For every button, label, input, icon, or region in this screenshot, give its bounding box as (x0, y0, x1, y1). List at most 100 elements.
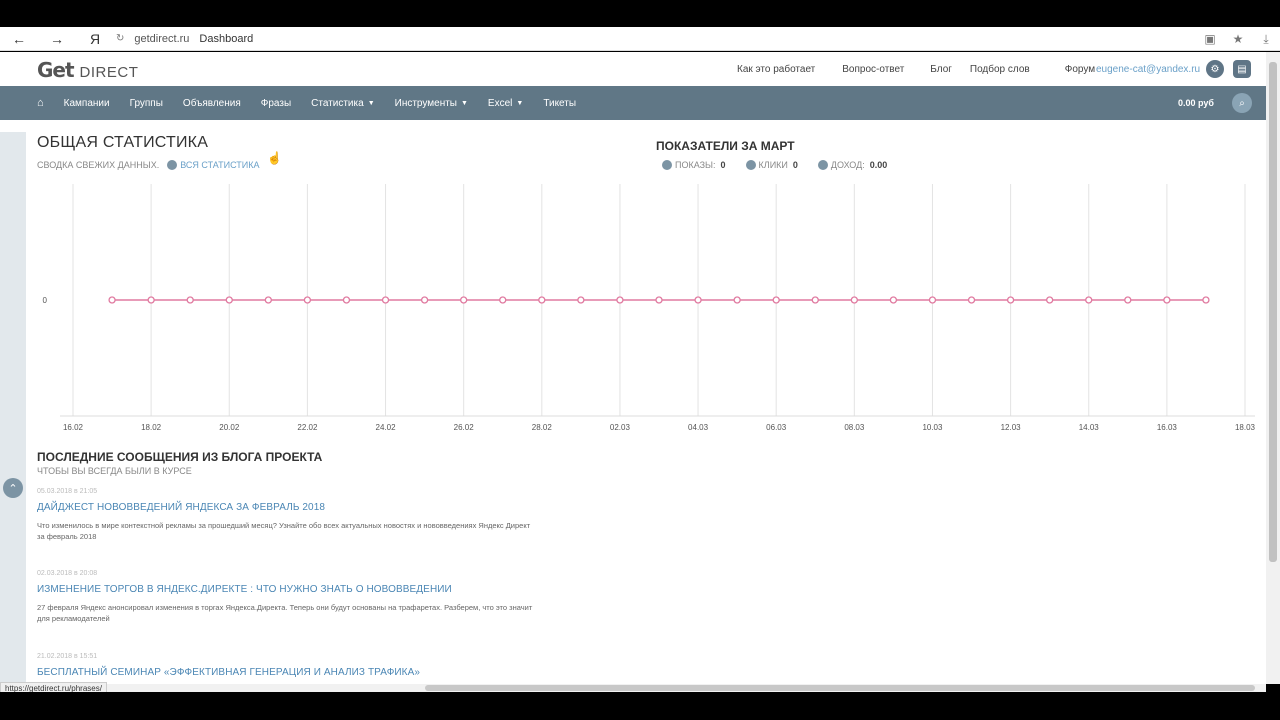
data-point (1202, 296, 1210, 304)
overview-subtitle: СВОДКА СВЕЖИХ ДАННЫХ. (37, 160, 160, 170)
data-point (499, 296, 507, 304)
blog-post: 21.02.2018 в 15:51 БЕСПЛАТНЫЙ СЕМИНАР «Э… (37, 653, 537, 684)
x-tick-label: 18.02 (141, 423, 162, 432)
document-icon[interactable]: ▤ (1233, 60, 1251, 78)
data-point (928, 296, 937, 304)
nav-ads[interactable]: Объявления (183, 98, 241, 109)
x-tick-label: 18.03 (1235, 423, 1256, 432)
nav-groups[interactable]: Группы (130, 98, 163, 109)
user-email-link[interactable]: eugene-cat@yandex.ru (1096, 64, 1200, 75)
x-tick-label: 16.02 (63, 423, 84, 432)
shows-icon (662, 160, 672, 170)
all-stats-link[interactable]: ВСЯ СТАТИСТИКА (180, 160, 259, 170)
extension-icon[interactable]: ▣ (1196, 32, 1224, 46)
nav-tickets[interactable]: Тикеты (543, 98, 576, 109)
balance-value: 0.00 руб (1178, 98, 1214, 108)
x-tick-label: 26.02 (454, 423, 475, 432)
post-date: 05.03.2018 в 21:05 (37, 488, 98, 495)
post-date: 02.03.2018 в 20:08 (37, 570, 98, 577)
nav-excel[interactable]: Excel ▼ (488, 98, 523, 109)
stat-clicks-value: 0 (792, 160, 798, 170)
data-point (772, 296, 780, 304)
data-point (264, 296, 272, 304)
toplink-blog[interactable]: Блог (930, 64, 952, 75)
horizontal-scroll-thumb[interactable] (425, 685, 1255, 691)
x-tick-label: 02.03 (610, 423, 631, 432)
home-icon[interactable]: ⌂ (37, 97, 44, 109)
blog-post: 05.03.2018 в 21:05 ДАЙДЖЕСТ НОВОВВЕДЕНИЙ… (37, 488, 537, 542)
x-tick-label: 28.02 (532, 423, 553, 432)
nav-ads-label: Объявления (182, 97, 241, 109)
x-tick-label: 24.02 (376, 423, 397, 432)
data-point (967, 296, 976, 304)
data-point (1124, 296, 1132, 304)
settings-gear-icon[interactable]: ⚙ (1206, 60, 1224, 78)
post-title-link[interactable]: БЕСПЛАТНЫЙ СЕМИНАР «ЭФФЕКТИВНАЯ ГЕНЕРАЦИ… (37, 667, 537, 678)
post-excerpt: 27 февраля Яндекс анонсировал изменения … (37, 603, 533, 623)
stat-shows-label: ПОКАЗЫ: (675, 160, 716, 170)
statistics-chart: 16.02 18.02 20.02 22.02 24.02 26.02 28.02 02.03… (43, 184, 1256, 432)
y-tick-label: 0 (43, 296, 48, 305)
top-links: Как это работает Вопрос-ответ Блог Подбо… (737, 64, 1122, 75)
browser-toolbar: ← → Я ↻ getdirect.ru Dashboard ▣ ★ ⤓ (0, 27, 1280, 51)
data-point (538, 296, 546, 304)
stat-income: ДОХОД: 0.00 (817, 160, 887, 170)
address-domain: getdirect.ru (134, 32, 190, 45)
forward-button[interactable]: → (38, 27, 76, 51)
back-button[interactable]: ← (0, 27, 38, 51)
horizontal-scrollbar[interactable] (0, 684, 1266, 692)
yandex-icon[interactable]: Я (76, 27, 114, 51)
data-point (303, 296, 312, 304)
data-point (577, 296, 585, 304)
stat-clicks: КЛИКИ 0 (745, 160, 798, 170)
blog-subtitle: ЧТОБЫ ВЫ ВСЕГДА БЫЛИ В КУРСЕ (37, 466, 192, 476)
post-title-link[interactable]: ДАЙДЖЕСТ НОВОВВЕДЕНИЙ ЯНДЕКСА ЗА ФЕВРАЛЬ… (37, 502, 537, 513)
caret-down-icon: ▼ (516, 99, 524, 107)
data-point (1006, 296, 1015, 304)
nav-excel-label: Excel (487, 97, 513, 109)
download-icon[interactable]: ⤓ (1252, 32, 1280, 47)
nav-phrases-label: Фразы (260, 97, 292, 109)
reload-icon: ↻ (116, 33, 125, 44)
toplink-how-it-works[interactable]: Как это работает (737, 64, 815, 75)
nav-tools[interactable]: Инструменты ▼ (395, 98, 468, 109)
toplink-word-selection[interactable]: Подбор слов (970, 64, 1030, 75)
chevron-up-icon[interactable]: ⌃ (3, 478, 23, 498)
data-point (655, 296, 663, 304)
bookmark-star-icon[interactable]: ★ (1224, 32, 1252, 46)
address-page-title: Dashboard (199, 32, 254, 45)
vertical-scroll-thumb[interactable] (1269, 62, 1277, 562)
site-logo[interactable]: Get DIRECT (37, 58, 138, 82)
nav-statistics[interactable]: Статистика ▼ (311, 98, 374, 109)
stats-icon (167, 160, 178, 170)
blog-post: 02.03.2018 в 20:08 ИЗМЕНЕНИЕ ТОРГОВ В ЯН… (37, 570, 537, 624)
search-icon[interactable]: ⌕ (1232, 93, 1252, 113)
march-title: ПОКАЗАТЕЛИ ЗА МАРТ (656, 139, 795, 153)
address-bar[interactable]: ↻ getdirect.ru Dashboard (116, 27, 253, 51)
vertical-scrollbar[interactable] (1266, 52, 1280, 684)
nav-tools-label: Инструменты (394, 97, 457, 109)
clicks-icon (745, 160, 756, 170)
march-stats: ПОКАЗЫ: 0 КЛИКИ 0 ДОХОД: 0.00 (662, 160, 907, 170)
toplink-forum[interactable]: Форум (1065, 64, 1095, 75)
stat-shows-value: 0 (720, 160, 726, 170)
post-title-link[interactable]: ИЗМЕНЕНИЕ ТОРГОВ В ЯНДЕКС.ДИРЕКТЕ : ЧТО … (37, 584, 537, 595)
x-tick-label: 16.03 (1157, 423, 1178, 432)
stat-shows: ПОКАЗЫ: 0 (662, 160, 726, 170)
data-point (850, 296, 858, 304)
main-nav: ⌂ Кампании Группы Объявления Фразы Стати… (0, 86, 1266, 120)
logo-direct: DIRECT (79, 64, 139, 81)
data-point (342, 296, 351, 304)
nav-tickets-label: Тикеты (543, 97, 577, 109)
data-point (147, 296, 155, 304)
x-tick-label: 10.03 (922, 423, 943, 432)
post-excerpt: Что изменилось в мире контекстной реклам… (37, 521, 531, 541)
x-tick-label: 22.02 (297, 423, 318, 432)
data-point (694, 296, 702, 304)
nav-phrases[interactable]: Фразы (261, 98, 291, 109)
toplink-faq[interactable]: Вопрос-ответ (842, 64, 904, 75)
page-content: Get DIRECT Как это работает Вопрос-ответ… (0, 52, 1266, 684)
nav-campaigns[interactable]: Кампании (64, 98, 110, 109)
mouse-cursor-icon: ☝ (267, 151, 282, 165)
x-tick-label: 06.03 (766, 423, 787, 432)
